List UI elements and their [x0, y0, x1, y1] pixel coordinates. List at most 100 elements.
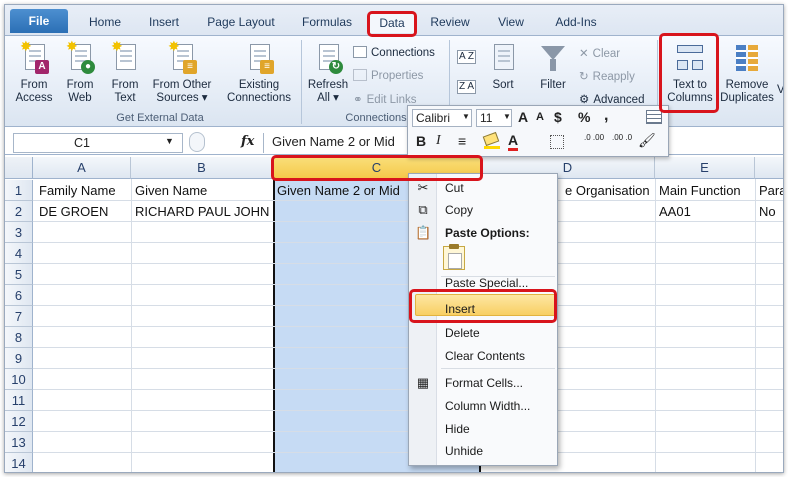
from-other-sources-button[interactable]: ✸ ≡ From Other Sources ▾: [147, 39, 217, 105]
column-header-f[interactable]: [755, 157, 783, 179]
menu-item-copy[interactable]: Copy: [445, 203, 473, 217]
row-header[interactable]: 13: [5, 432, 33, 453]
sort-button[interactable]: Sort: [483, 42, 523, 92]
tab-review[interactable]: Review: [425, 11, 475, 33]
align-center-icon[interactable]: ≡: [458, 133, 466, 149]
reapply-button[interactable]: ↻ Reapply: [579, 69, 635, 83]
menu-item-unhide[interactable]: Unhide: [445, 444, 483, 458]
from-web-button[interactable]: ✸ ● From Web: [57, 39, 103, 105]
edit-links-button[interactable]: ⚭ Edit Links: [353, 92, 417, 106]
column-header-b[interactable]: B: [131, 157, 273, 179]
format-cells-icon: ▦: [416, 375, 430, 390]
row-header[interactable]: 11: [5, 390, 33, 411]
properties-button[interactable]: Properties: [353, 69, 423, 82]
filter-button[interactable]: Filter: [533, 42, 573, 92]
menu-item-cut[interactable]: Cut: [445, 181, 464, 195]
existing-connections-icon: ≡: [244, 42, 274, 76]
tab-add-ins[interactable]: Add-Ins: [547, 11, 605, 33]
row-header[interactable]: 9: [5, 348, 33, 369]
cell-e1[interactable]: Main Function: [655, 180, 755, 201]
row-header[interactable]: 2: [5, 201, 33, 222]
format-painter-table-icon[interactable]: [646, 110, 662, 124]
cell-f1[interactable]: Para: [755, 180, 783, 201]
filter-label: Filter: [540, 79, 566, 91]
italic-button[interactable]: I: [436, 133, 441, 149]
borders-icon[interactable]: [550, 135, 564, 149]
gridline: [655, 179, 656, 472]
column-header-e[interactable]: E: [655, 157, 755, 179]
row-header[interactable]: 7: [5, 306, 33, 327]
sort-descending-button[interactable]: Z A: [457, 80, 477, 94]
advanced-filter-button[interactable]: ⚙ Advanced: [579, 92, 644, 106]
data-validation-button-partial[interactable]: V: [777, 84, 783, 96]
bold-button[interactable]: B: [416, 133, 426, 149]
cell-a1[interactable]: Family Name: [35, 180, 131, 201]
remove-duplicates-button[interactable]: Remove Duplicates: [719, 42, 775, 105]
row-header[interactable]: 8: [5, 327, 33, 348]
increase-decimal-button[interactable]: .0 .00: [584, 134, 604, 142]
existing-connections-button[interactable]: ≡ Existing Connections: [221, 42, 297, 105]
tab-insert[interactable]: Insert: [141, 11, 187, 33]
connections-button[interactable]: Connections: [353, 46, 435, 59]
menu-item-clear-contents[interactable]: Clear Contents: [445, 349, 525, 363]
text-to-columns-button[interactable]: Text to Columns: [665, 42, 715, 105]
row-header[interactable]: 6: [5, 285, 33, 306]
paste-icon: 📋: [415, 225, 432, 240]
from-text-label: From Text: [111, 79, 139, 104]
name-box[interactable]: C1: [13, 133, 183, 153]
chevron-down-icon[interactable]: ▼: [462, 112, 470, 121]
sort-ascending-button[interactable]: A Z: [457, 50, 477, 64]
row-header[interactable]: 5: [5, 264, 33, 285]
gridline: [755, 179, 756, 472]
row-header[interactable]: 4: [5, 243, 33, 264]
refresh-icon: ↻: [313, 42, 343, 76]
refresh-all-button[interactable]: ↻ Refresh All ▾: [305, 42, 351, 105]
decrease-decimal-button[interactable]: .00 .0: [612, 134, 632, 142]
cell-a2[interactable]: DE GROEN: [35, 201, 131, 222]
row-header[interactable]: 3: [5, 222, 33, 243]
menu-item-paste-special[interactable]: Paste Special...: [445, 276, 528, 290]
tab-home[interactable]: Home: [83, 11, 127, 33]
tab-file[interactable]: File: [10, 9, 68, 33]
currency-button[interactable]: $: [554, 109, 562, 125]
row-header[interactable]: 12: [5, 411, 33, 432]
insert-function-button[interactable]: fx: [241, 134, 254, 149]
grow-font-button[interactable]: A: [518, 109, 528, 125]
fill-color-icon[interactable]: [482, 131, 500, 150]
row-header[interactable]: 14: [5, 453, 33, 472]
remove-duplicates-label: Remove Duplicates: [720, 79, 774, 104]
font-color-button[interactable]: A: [508, 133, 519, 151]
cell-d1[interactable]: e Organisation: [561, 180, 655, 201]
menu-item-column-width[interactable]: Column Width...: [445, 399, 530, 413]
comma-button[interactable]: ,: [604, 107, 608, 125]
menu-item-hide[interactable]: Hide: [445, 422, 470, 436]
select-all-corner[interactable]: [5, 157, 33, 179]
cell-b1[interactable]: Given Name: [131, 180, 273, 201]
column-header-a[interactable]: A: [33, 157, 131, 179]
percent-button[interactable]: %: [578, 109, 590, 125]
cell-e2[interactable]: AA01: [655, 201, 755, 222]
cut-icon: ✂: [417, 180, 429, 195]
tab-formulas[interactable]: Formulas: [295, 11, 359, 33]
cell-f2[interactable]: No: [755, 201, 783, 222]
cell-c1[interactable]: Given Name 2 or Mid: [273, 180, 409, 201]
clear-filter-button[interactable]: ✕ Clear: [579, 46, 620, 60]
menu-item-format-cells[interactable]: Format Cells...: [445, 376, 523, 390]
connections-label: Connections: [371, 47, 435, 59]
menu-item-delete[interactable]: Delete: [445, 326, 480, 340]
tab-data[interactable]: Data: [369, 11, 415, 33]
name-box-dropdown-icon[interactable]: ▼: [165, 136, 174, 146]
from-access-button[interactable]: ✸ A From Access: [11, 39, 57, 105]
cell-b2[interactable]: RICHARD PAUL JOHN: [131, 201, 273, 222]
paste-option-icon[interactable]: [443, 244, 465, 270]
format-painter-icon[interactable]: 🖌: [638, 132, 656, 149]
row-header[interactable]: 10: [5, 369, 33, 390]
clear-filter-icon: ✕: [579, 48, 589, 60]
from-text-button[interactable]: ✸ From Text: [102, 39, 148, 105]
row-header[interactable]: 1: [5, 180, 33, 201]
tab-view[interactable]: View: [491, 11, 531, 33]
menu-item-insert[interactable]: Insert: [445, 302, 475, 316]
tab-page-layout[interactable]: Page Layout: [201, 11, 281, 33]
chevron-down-icon[interactable]: ▼: [503, 112, 511, 121]
shrink-font-button[interactable]: A: [536, 111, 544, 123]
